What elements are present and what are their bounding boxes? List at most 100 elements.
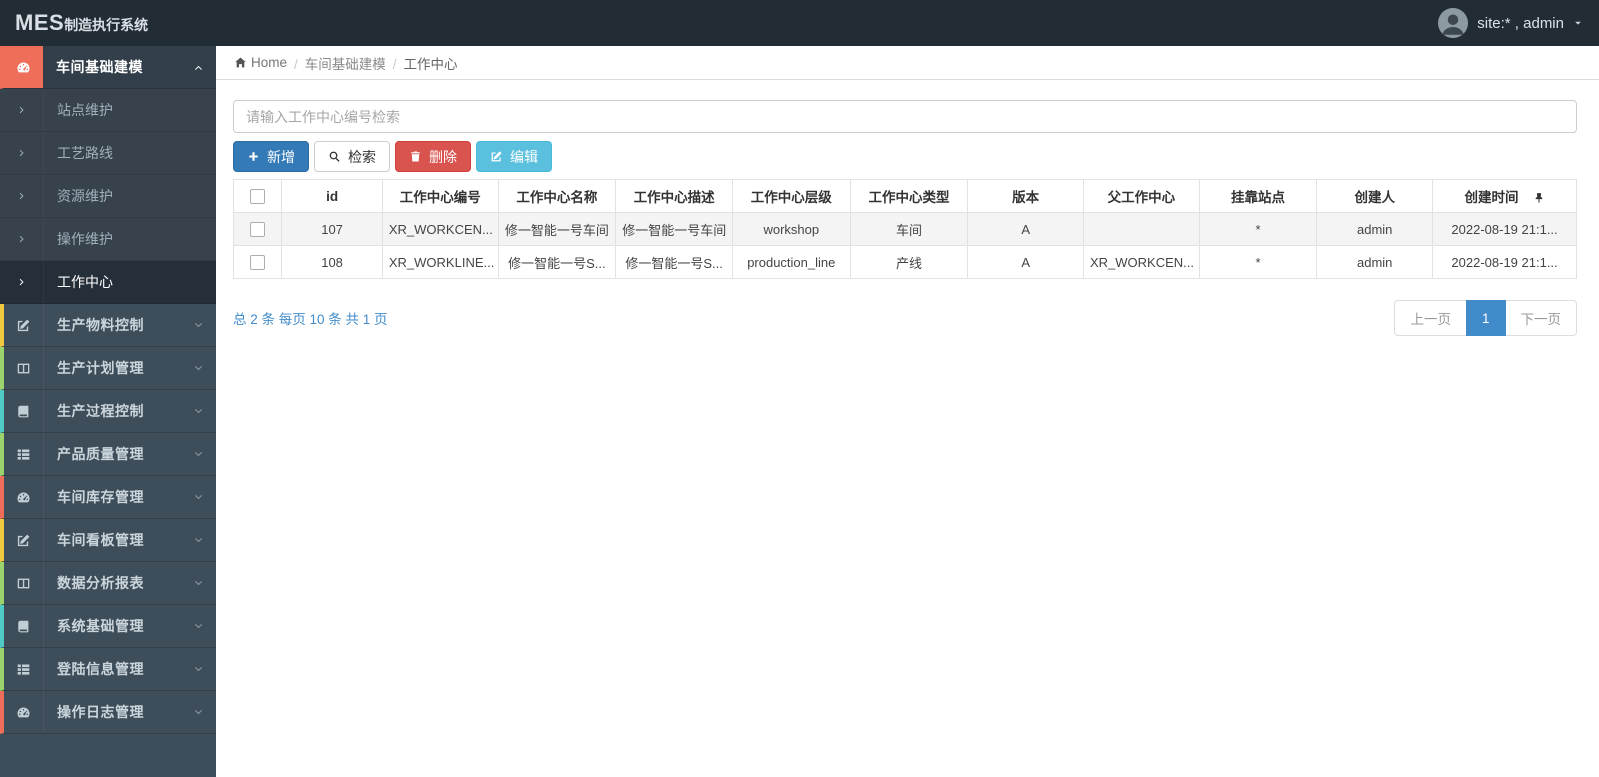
sidebar-item[interactable]: 生产计划管理 (0, 347, 216, 390)
sidebar-subitem[interactable]: 工艺路线 (0, 132, 216, 175)
chevron-up-icon (193, 62, 204, 73)
columns-icon (4, 347, 44, 389)
column-header-label: 版本 (1012, 190, 1040, 205)
column-header-label: 创建时间 (1464, 189, 1519, 205)
column-header[interactable]: 工作中心描述 (615, 179, 733, 213)
columns-icon (4, 562, 44, 604)
table-cell: 车间 (849, 212, 969, 246)
sidebar-menu: 车间基础建模 站点维护工艺路线 资源维护 操作维护工作中心生产物料控制 生产计划管理生产… (0, 46, 216, 734)
chevron-right-icon (0, 89, 44, 131)
sidebar-item[interactable]: 生产物料控制 (0, 304, 216, 347)
column-header-label: 工作中心类型 (868, 190, 950, 205)
search-icon (328, 150, 341, 163)
column-header-label: 挂靠站点 (1231, 190, 1286, 205)
sidebar-item-label: 产品质量管理 (57, 446, 144, 462)
sidebar-item[interactable]: 生产过程控制 (0, 390, 216, 433)
button-label: 新增 (267, 148, 295, 165)
column-header[interactable]: 工作中心层级 (731, 179, 851, 213)
home-icon-svg (235, 57, 246, 68)
sidebar-item[interactable]: 车间看板管理 (0, 519, 216, 562)
table-cell: 修一智能一号车间 (615, 212, 733, 246)
breadcrumb-items: / 车间基础建模 / 工作中心 (287, 53, 458, 73)
dashboard-icon (4, 691, 44, 733)
next-page-button[interactable]: 下一页 (1504, 300, 1577, 336)
column-header[interactable]: 创建人 (1316, 179, 1434, 213)
table-row[interactable]: 108 XR_WORKLINE... 修一智能一号S... 修一智能一号S... pro… (232, 245, 1577, 279)
user-menu[interactable]: site:* , admin (1438, 8, 1583, 38)
edit-button[interactable]: 编辑 (476, 141, 552, 172)
toolbar: 新增 检索 删除 编辑 (233, 141, 1577, 172)
sidebar-item[interactable]: 操作日志管理 (0, 691, 216, 734)
pagination: 上一页 1 下一页 (1394, 300, 1577, 336)
table-cell: 修一智能一号S... (497, 245, 617, 279)
sidebar-item[interactable]: 车间基础建模 (0, 46, 216, 89)
sidebar-subitem[interactable]: 站点维护 (0, 89, 216, 132)
column-header[interactable]: 工作中心类型 (849, 179, 969, 213)
page-number-button[interactable]: 1 (1465, 300, 1506, 336)
chevron-down-icon (193, 492, 204, 503)
column-header[interactable]: 工作中心名称 (497, 179, 617, 213)
trash-icon (409, 150, 422, 163)
row-checkbox[interactable] (250, 222, 266, 238)
table-cell: 107 (281, 212, 383, 246)
sidebar-item[interactable]: 系统基础管理 (0, 605, 216, 648)
sidebar-item-label: 生产过程控制 (57, 403, 144, 419)
sidebar-subitem-label: 工作中心 (57, 274, 113, 290)
sidebar-item-label: 车间库存管理 (57, 489, 144, 505)
main-content: 新增 检索 删除 编辑 id 工作中心编号 工作中心名称 工作中心描述 工作中心层级 工作中心类… (216, 80, 1599, 777)
chevron-right-icon (0, 218, 44, 260)
row-checkbox-cell (232, 212, 283, 246)
search-button[interactable]: 检索 (314, 141, 390, 172)
dashboard-icon (4, 46, 43, 88)
row-checkbox-cell (232, 245, 283, 279)
dashboard-icon (4, 476, 44, 518)
table-cell: 修一智能一号车间 (497, 212, 617, 246)
sidebar-item[interactable]: 数据分析报表 (0, 562, 216, 605)
list-icon (4, 648, 44, 690)
column-header[interactable]: 挂靠站点 (1198, 179, 1318, 213)
breadcrumb-home[interactable]: Home (234, 55, 287, 70)
delete-button[interactable]: 删除 (395, 141, 471, 172)
column-header[interactable]: 父工作中心 (1083, 179, 1200, 213)
sidebar-subitem-label: 站点维护 (57, 102, 113, 118)
row-checkbox[interactable] (250, 255, 266, 271)
sidebar-item[interactable]: 登陆信息管理 (0, 648, 216, 691)
button-label: 编辑 (510, 148, 538, 165)
app-logo[interactable]: MES 制造执行系统 (15, 10, 148, 36)
list-icon (4, 433, 44, 475)
column-header-label: 工作中心层级 (750, 190, 832, 205)
column-header[interactable]: id (281, 179, 383, 213)
table-cell (1083, 212, 1200, 246)
sidebar-item-label: 车间基础建模 (56, 59, 143, 75)
chevron-down-icon (193, 621, 204, 632)
select-all-checkbox[interactable] (250, 188, 266, 204)
column-header-label: 工作中心描述 (633, 190, 715, 205)
table-cell: workshop (731, 212, 851, 246)
breadcrumb-item[interactable]: 车间基础建模 (305, 57, 386, 72)
sidebar-submenu: 站点维护工艺路线 资源维护 操作维护工作中心 (0, 89, 216, 304)
column-header[interactable]: 版本 (967, 179, 1084, 213)
sidebar-subitem[interactable]: 资源维护 (0, 175, 216, 218)
sidebar-item[interactable]: 产品质量管理 (0, 433, 216, 476)
sidebar-subitem[interactable]: 工作中心 (0, 261, 216, 304)
table-cell: * (1198, 212, 1318, 246)
breadcrumb-separator: / (392, 56, 397, 72)
sidebar: 车间基础建模 站点维护工艺路线 资源维护 操作维护工作中心生产物料控制 生产计划管理生产… (0, 46, 216, 777)
prev-page-button[interactable]: 上一页 (1394, 300, 1467, 336)
chevron-down-icon (193, 578, 204, 589)
edit-icon (490, 150, 503, 163)
chevron-down-icon (193, 363, 204, 374)
sidebar-item[interactable]: 车间库存管理 (0, 476, 216, 519)
table-cell: admin (1316, 245, 1434, 279)
sidebar-subitem[interactable]: 操作维护 (0, 218, 216, 261)
chevron-down-icon (193, 664, 204, 675)
column-header[interactable]: 创建时间 (1432, 179, 1577, 213)
chevron-right-icon (0, 175, 44, 217)
table-footer: 总 2 条 每页 10 条 共 1 页 上一页 1 下一页 (233, 300, 1577, 336)
add-button[interactable]: 新增 (233, 141, 309, 172)
column-header[interactable]: 工作中心编号 (381, 179, 499, 213)
column-header-label: 工作中心编号 (399, 190, 481, 205)
chevron-right-icon (0, 261, 44, 303)
search-input[interactable] (233, 100, 1577, 133)
table-row[interactable]: 107 XR_WORKCEN... 修一智能一号车间 修一智能一号车间 workshop… (232, 212, 1577, 246)
